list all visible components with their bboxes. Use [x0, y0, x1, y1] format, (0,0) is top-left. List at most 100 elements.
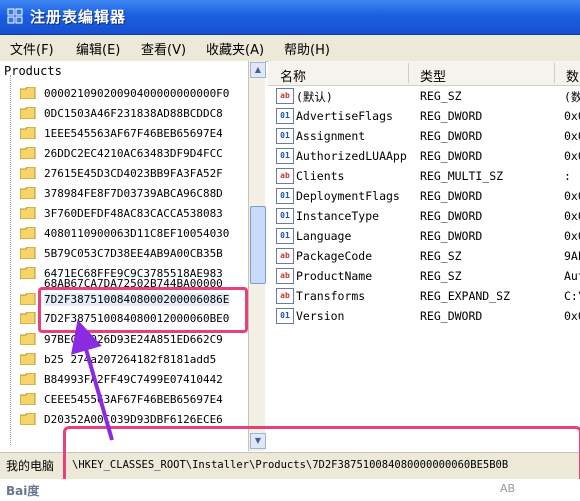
- tree-item-label: CEEE545563AF67F46BEB65697E4: [44, 393, 223, 406]
- column-divider[interactable]: [554, 63, 555, 83]
- tree-item[interactable]: CEEE545563AF67F46BEB65697E4: [0, 390, 248, 410]
- menu-view[interactable]: 查看(V): [141, 39, 186, 58]
- value-data: Aut: [564, 269, 580, 283]
- folder-icon: [20, 127, 36, 139]
- column-name-header[interactable]: 名称: [280, 66, 306, 85]
- binary-value-icon: 01: [276, 108, 294, 124]
- watermark-strip: [0, 479, 580, 501]
- tree-root-products[interactable]: Products: [4, 64, 62, 78]
- value-row[interactable]: abPackageCode REG_SZ 9AE: [268, 246, 580, 266]
- folder-icon: [20, 333, 36, 345]
- tree-item[interactable]: b25 274a207264182f8181add5: [0, 350, 248, 370]
- title-bar: 注册表编辑器: [0, 0, 580, 35]
- string-value-icon: ab: [276, 288, 294, 304]
- folder-icon: [20, 187, 36, 199]
- value-name: Transforms: [296, 289, 366, 303]
- folder-icon: [20, 207, 36, 219]
- scroll-up-icon[interactable]: ▲: [250, 62, 266, 78]
- value-name: AdvertiseFlags: [296, 109, 393, 123]
- value-type: REG_DWORD: [420, 229, 483, 243]
- value-data: (数: [564, 90, 580, 104]
- value-row[interactable]: 01DeploymentFlags REG_DWORD 0x0: [268, 186, 580, 206]
- watermark-left: Bai度: [6, 484, 40, 498]
- value-row[interactable]: ab (默认) REG_SZ (数: [268, 86, 580, 106]
- value-data: 0x0: [564, 309, 580, 323]
- value-row[interactable]: 01Language REG_DWORD 0x0: [268, 226, 580, 246]
- tree-item[interactable]: 3F760DEFDF48AC83CACCA538083: [0, 204, 248, 224]
- tree-item-label: 00002109020090400000000000F0: [44, 87, 230, 100]
- value-row[interactable]: 01AdvertiseFlags REG_DWORD 0x0: [268, 106, 580, 126]
- tree-scrollbar[interactable]: ▲ ▼: [248, 61, 266, 451]
- value-name: AuthorizedLUAApp: [296, 149, 407, 163]
- tree-item-label: D20352A00C039D93DBF6126ECE6: [44, 413, 223, 426]
- value-type: REG_SZ: [420, 89, 462, 103]
- value-type: REG_DWORD: [420, 209, 483, 223]
- folder-icon: [20, 167, 36, 179]
- value-name: InstanceType: [296, 209, 380, 223]
- value-name: Version: [296, 309, 345, 323]
- value-row[interactable]: 01AuthorizedLUAApp REG_DWORD 0x0: [268, 146, 580, 166]
- tree-item-label: 27615E45D3CD4023BB9FA3FA52F: [44, 167, 223, 180]
- value-row[interactable]: 01Assignment REG_DWORD 0x0: [268, 126, 580, 146]
- tree-item-label: 4080110900063D11C8EF10054030: [44, 227, 230, 240]
- value-type: REG_EXPAND_SZ: [420, 289, 511, 303]
- tree-item[interactable]: 4080110900063D11C8EF10054030: [0, 224, 248, 244]
- tree-item[interactable]: 97BEC25026D93E24A851ED662C9: [0, 330, 248, 350]
- tree-item[interactable]: 0DC1503A46F231838AD88BCDDC8: [0, 104, 248, 124]
- value-type: REG_MULTI_SZ: [420, 169, 504, 183]
- value-data: 0x0: [564, 149, 580, 163]
- value-type: REG_SZ: [420, 249, 462, 263]
- tree-item[interactable]: 1EEE545563AF67F46BEB65697E4: [0, 124, 248, 144]
- value-row[interactable]: ab Clients REG_MULTI_SZ:: [268, 166, 580, 186]
- binary-value-icon: 01: [276, 308, 294, 324]
- tree-item[interactable]: 27615E45D3CD4023BB9FA3FA52F: [0, 164, 248, 184]
- value-data: :: [564, 169, 571, 183]
- tree-item[interactable]: 00002109020090400000000000F0: [0, 84, 248, 104]
- string-value-icon: ab: [276, 248, 294, 264]
- tree-item-label: B84993FA2FF49C7499E07410442: [44, 373, 223, 386]
- value-name: Assignment: [296, 129, 366, 143]
- registry-editor-icon: [7, 8, 23, 24]
- menu-help[interactable]: 帮助(H): [284, 39, 330, 58]
- value-row[interactable]: 01InstanceType REG_DWORD 0x0: [268, 206, 580, 226]
- value-name: PackageCode: [296, 249, 373, 263]
- binary-value-icon: 01: [276, 128, 294, 144]
- value-row[interactable]: abProductName REG_SZ Aut: [268, 266, 580, 286]
- menu-bar: 文件(F) 编辑(E) 查看(V) 收藏夹(A) 帮助(H): [0, 35, 580, 62]
- tree-item-label: 3F760DEFDF48AC83CACCA538083: [44, 207, 223, 220]
- value-row[interactable]: 01Version REG_DWORD 0x0: [268, 306, 580, 326]
- folder-icon: [20, 107, 36, 119]
- value-name: Clients: [296, 169, 345, 183]
- binary-value-icon: 01: [276, 188, 294, 204]
- tree-item[interactable]: B84993FA2FF49C7499E07410442: [0, 370, 248, 390]
- value-data: 0x0: [564, 109, 580, 123]
- value-name: (默认): [296, 90, 333, 104]
- value-data: 9AE: [564, 249, 580, 263]
- menu-file[interactable]: 文件(F): [10, 39, 54, 58]
- column-type-header[interactable]: 类型: [420, 66, 446, 85]
- window-title: 注册表编辑器: [30, 8, 127, 26]
- value-type: REG_DWORD: [420, 189, 483, 203]
- value-data: C:\: [564, 289, 580, 303]
- menu-favorites[interactable]: 收藏夹(A): [206, 39, 264, 58]
- folder-icon: [20, 353, 36, 365]
- value-type: REG_DWORD: [420, 309, 483, 323]
- menu-edit[interactable]: 编辑(E): [76, 39, 120, 58]
- tree-item-label: 0DC1503A46F231838AD88BCDDC8: [44, 107, 223, 120]
- value-type: REG_DWORD: [420, 149, 483, 163]
- column-data-header[interactable]: 数: [566, 66, 579, 85]
- tree-item[interactable]: 5B79C053C7D38EE4AB9A00CB35B: [0, 244, 248, 264]
- tree-item-label: 97BEC25026D93E24A851ED662C9: [44, 333, 223, 346]
- folder-icon: [20, 227, 36, 239]
- values-header: 名称 类型 数: [268, 61, 580, 86]
- value-name: DeploymentFlags: [296, 189, 400, 203]
- tree-item-label: 1EEE545563AF67F46BEB65697E4: [44, 127, 223, 140]
- column-divider[interactable]: [408, 63, 409, 83]
- value-row[interactable]: abTransforms REG_EXPAND_SZ C:\: [268, 286, 580, 306]
- value-type: REG_DWORD: [420, 129, 483, 143]
- scroll-thumb[interactable]: [250, 206, 266, 284]
- tree-item[interactable]: 26DDC2EC4210AC63483DF9D4FCC: [0, 144, 248, 164]
- tree-item[interactable]: 378984FE8F7D03739ABCA96C88D: [0, 184, 248, 204]
- value-type: REG_SZ: [420, 269, 462, 283]
- folder-icon: [20, 393, 36, 405]
